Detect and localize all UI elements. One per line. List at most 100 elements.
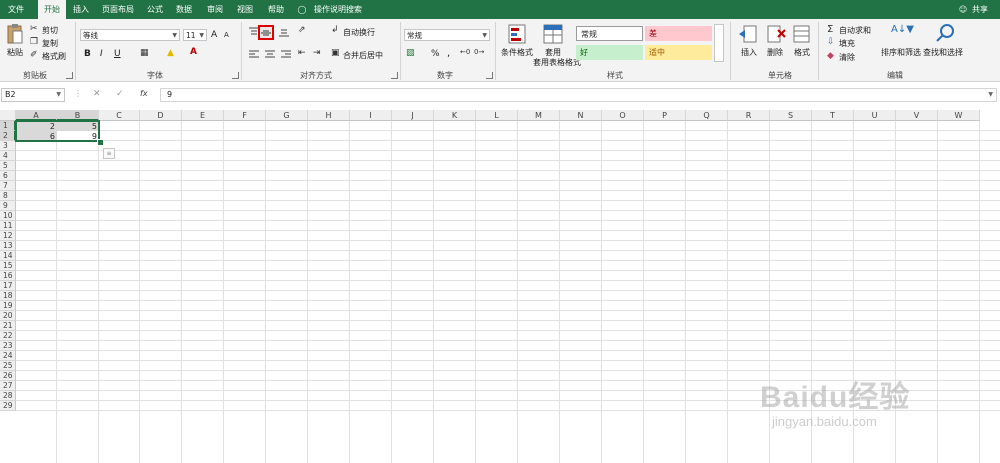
format-painter-button[interactable]: 格式刷 [42,51,66,62]
insert-function-button[interactable]: fx [140,89,148,98]
row-header-22[interactable]: 22 [0,331,16,341]
tab-insert[interactable]: 插入 [70,0,92,19]
column-header-E[interactable]: E [182,110,224,121]
column-header-G[interactable]: G [266,110,308,121]
tab-data[interactable]: 数据 [172,0,196,19]
dialog-launcher-icon[interactable] [391,72,398,79]
column-header-O[interactable]: O [602,110,644,121]
row-header-15[interactable]: 15 [0,261,16,271]
column-header-V[interactable]: V [896,110,938,121]
dialog-launcher-icon[interactable] [66,72,73,79]
clear-button[interactable]: 清除 [839,52,855,63]
format-cells-button[interactable]: 格式 [794,47,810,58]
row-header-21[interactable]: 21 [0,321,16,331]
decrease-decimal-icon[interactable]: 0→ [474,48,484,56]
row-header-10[interactable]: 10 [0,211,16,221]
row-header-24[interactable]: 24 [0,351,16,361]
style-bad[interactable]: 差 [645,26,712,41]
row-header-8[interactable]: 8 [0,191,16,201]
styles-scrollbar[interactable] [714,24,724,62]
currency-icon[interactable]: ▧ [406,48,415,58]
increase-decimal-icon[interactable]: ←0 [460,48,470,56]
row-header-12[interactable]: 12 [0,231,16,241]
select-all-corner[interactable] [0,110,16,121]
cell-A2[interactable]: 6 [16,132,57,142]
tab-help[interactable]: 帮助 [264,0,288,19]
column-header-M[interactable]: M [518,110,560,121]
column-header-D[interactable]: D [140,110,182,121]
enter-icon[interactable]: ✓ [116,89,124,99]
align-bottom-icon[interactable] [278,27,290,37]
italic-button[interactable]: I [100,49,103,59]
wrap-text-button[interactable]: 自动换行 [343,27,375,38]
cell-B1[interactable]: 5 [57,122,99,132]
shrink-font-button[interactable]: A [224,31,229,39]
style-neutral[interactable]: 适中 [645,45,712,60]
quick-analysis-icon[interactable]: ≡ [103,148,115,159]
column-header-F[interactable]: F [224,110,266,121]
autosum-button[interactable]: 自动求和 [839,25,871,36]
column-header-K[interactable]: K [434,110,476,121]
underline-button[interactable]: U [114,49,121,59]
style-normal[interactable]: 常规 [576,26,643,41]
table-format-button[interactable]: 套用表格格式 [533,57,581,68]
row-header-3[interactable]: 3 [0,141,16,151]
column-header-C[interactable]: C [99,110,140,121]
name-box[interactable]: B2 ▼ [1,88,65,102]
tab-home[interactable]: 开始 [38,0,66,19]
column-header-T[interactable]: T [812,110,854,121]
font-size-select[interactable]: 11 ▼ [183,29,207,41]
column-header-U[interactable]: U [854,110,896,121]
fill-color-icon[interactable]: ▲ [167,48,174,58]
row-header-9[interactable]: 9 [0,201,16,211]
row-header-5[interactable]: 5 [0,161,16,171]
row-header-26[interactable]: 26 [0,371,16,381]
increase-indent-icon[interactable]: ⇥ [313,48,321,58]
grow-font-button[interactable]: A [211,30,217,40]
cut-button[interactable]: 剪切 [42,25,58,36]
delete-cells-button[interactable]: 删除 [767,47,783,58]
column-header-W[interactable]: W [938,110,980,121]
align-left-icon[interactable] [248,49,260,59]
style-good[interactable]: 好 [576,45,643,60]
row-header-16[interactable]: 16 [0,271,16,281]
column-header-Q[interactable]: Q [686,110,728,121]
conditional-format-button[interactable]: 条件格式 [501,47,533,58]
border-icon[interactable]: ▦ [140,48,149,58]
comma-button[interactable]: , [447,48,450,59]
dialog-launcher-icon[interactable] [486,72,493,79]
copy-button[interactable]: 复制 [42,38,58,49]
tab-formulas[interactable]: 公式 [144,0,166,19]
column-header-I[interactable]: I [350,110,392,121]
column-header-S[interactable]: S [770,110,812,121]
cell-B2[interactable]: 9 [57,132,99,142]
insert-cells-button[interactable]: 插入 [741,47,757,58]
row-header-18[interactable]: 18 [0,291,16,301]
fill-button[interactable]: 填充 [839,38,855,49]
percent-button[interactable]: % [431,49,440,59]
column-header-H[interactable]: H [308,110,350,121]
tell-me-search[interactable]: 操作说明搜索 [312,0,364,19]
sort-filter-button[interactable]: 排序和筛选 [881,47,921,58]
row-header-29[interactable]: 29 [0,401,16,411]
column-header-R[interactable]: R [728,110,770,121]
row-header-19[interactable]: 19 [0,301,16,311]
row-header-17[interactable]: 17 [0,281,16,291]
formula-input[interactable]: 9 ▼ [160,88,997,102]
font-color-icon[interactable]: A [190,47,197,57]
row-header-2[interactable]: 2 [0,131,16,141]
tab-view[interactable]: 视图 [233,0,257,19]
orientation-icon[interactable]: ⇗ [298,25,306,35]
number-format-select[interactable]: 常规 ▼ [404,29,490,41]
row-header-20[interactable]: 20 [0,311,16,321]
worksheet-grid[interactable]: ABCDEFGHIJKLMNOPQRSTUVW 1 2 3 4 5 6 7 8 9 10 11 12 1… [0,110,1000,463]
find-select-button[interactable]: 查找和选择 [923,47,963,58]
decrease-indent-icon[interactable]: ⇤ [298,48,306,58]
column-header-J[interactable]: J [392,110,434,121]
row-header-28[interactable]: 28 [0,391,16,401]
row-header-13[interactable]: 13 [0,241,16,251]
row-header-1[interactable]: 1 [0,121,16,131]
tab-file[interactable]: 文件 [2,0,30,19]
cancel-icon[interactable]: ✕ [93,89,101,99]
row-header-6[interactable]: 6 [0,171,16,181]
